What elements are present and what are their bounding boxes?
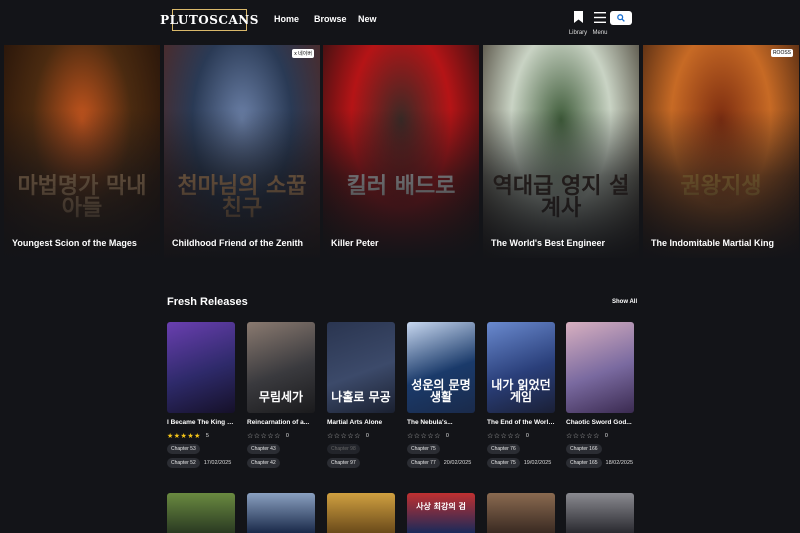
star-rating-icon: ☆☆☆☆☆ bbox=[566, 432, 600, 440]
featured-carousel: 마법명가 막내아들Youngest Scion of the Mages천마님의… bbox=[0, 45, 800, 258]
hero-title[interactable]: The Indomitable Martial King bbox=[651, 238, 774, 248]
chapter-link[interactable]: Chapter 76 bbox=[487, 444, 520, 454]
cover-korean-title: 내가 읽었던 게임 bbox=[491, 378, 551, 404]
show-all-link[interactable]: Show All bbox=[612, 299, 637, 305]
series-cover[interactable]: 무림세가 bbox=[247, 322, 315, 413]
release-date: 19/02/2025 bbox=[523, 460, 552, 466]
hero-title[interactable]: The World's Best Engineer bbox=[491, 238, 605, 248]
series-card: 나홀로 무공 Martial Arts Alone ☆☆☆☆☆ 0 Chapter 98… bbox=[327, 322, 397, 468]
release-date: 20/02/2025 bbox=[443, 460, 472, 466]
rating: ☆☆☆☆☆ 0 bbox=[407, 431, 477, 440]
series-cover[interactable] bbox=[566, 322, 634, 413]
hero-gradient bbox=[4, 108, 160, 258]
cover-korean-title: 나홀로 무공 bbox=[331, 390, 391, 404]
series-cover[interactable] bbox=[167, 493, 235, 533]
rating: ★★★★★ 5 bbox=[167, 431, 237, 440]
chapter-link[interactable]: Chapter 43 bbox=[247, 444, 280, 454]
hero-card[interactable]: 마법명가 막내아들Youngest Scion of the Mages bbox=[4, 45, 160, 258]
release-date: 17/02/2025 bbox=[203, 460, 232, 466]
star-rating-icon: ☆☆☆☆☆ bbox=[487, 432, 521, 440]
chapter-link[interactable]: Chapter 77 bbox=[407, 458, 440, 468]
series-cover[interactable] bbox=[247, 493, 315, 533]
site-logo[interactable]: PLUTOSCANS bbox=[160, 9, 258, 31]
series-title[interactable]: Martial Arts Alone bbox=[327, 419, 395, 426]
star-rating-icon: ☆☆☆☆☆ bbox=[407, 432, 441, 440]
rating: ☆☆☆☆☆ 0 bbox=[327, 431, 397, 440]
publisher-badge: x 네이버 bbox=[292, 49, 314, 58]
chapter-link[interactable]: Chapter 52 bbox=[167, 458, 200, 468]
series-title[interactable]: Chaotic Sword God... bbox=[566, 419, 634, 426]
series-cover[interactable]: 성운의 문명생활 bbox=[407, 322, 475, 413]
rating: ☆☆☆☆☆ 0 bbox=[247, 431, 317, 440]
rating-value: 0 bbox=[365, 432, 369, 439]
rating: ☆☆☆☆☆ 0 bbox=[566, 431, 636, 440]
series-card: I Became The King by... ★★★★★ 5 Chapter 53 C… bbox=[167, 322, 237, 468]
hero-gradient bbox=[164, 108, 320, 258]
library-button[interactable]: Library bbox=[567, 10, 589, 36]
series-cover[interactable] bbox=[327, 493, 395, 533]
search-icon bbox=[617, 14, 625, 22]
hero-card[interactable]: 권왕지생ROOSSThe Indomitable Martial King bbox=[643, 45, 799, 258]
chapter-link[interactable]: Chapter 98 bbox=[327, 444, 360, 454]
star-rating-icon: ★★★★★ bbox=[167, 432, 201, 440]
chapter-link[interactable]: Chapter 165 bbox=[566, 458, 602, 468]
hero-card[interactable]: 킬러 배드로Killer Peter bbox=[323, 45, 479, 258]
hero-gradient bbox=[483, 108, 639, 258]
top-nav: PLUTOSCANS Home Browse New Library Menu bbox=[0, 0, 800, 40]
bookmark-icon bbox=[573, 11, 583, 23]
chapter-link[interactable]: Chapter 53 bbox=[167, 444, 200, 454]
star-rating-icon: ☆☆☆☆☆ bbox=[327, 432, 361, 440]
cover-korean-title: 성운의 문명생활 bbox=[411, 378, 471, 404]
series-card: 내가 읽었던 게임 The End of the World I... ☆☆☆☆☆ 0… bbox=[487, 322, 557, 468]
series-title[interactable]: The End of the World I... bbox=[487, 419, 555, 426]
hero-title[interactable]: Youngest Scion of the Mages bbox=[12, 238, 137, 248]
publisher-badge: ROOSS bbox=[770, 49, 793, 57]
rating-value: 0 bbox=[285, 432, 289, 439]
menu-label: Menu bbox=[592, 30, 608, 36]
chapter-link[interactable]: Chapter 166 bbox=[566, 444, 602, 454]
hero-title[interactable]: Killer Peter bbox=[331, 238, 379, 248]
section-title-fresh-releases: Fresh Releases bbox=[167, 296, 248, 308]
series-title[interactable]: Reincarnation of a... bbox=[247, 419, 315, 426]
series-card: Chaotic Sword God... ☆☆☆☆☆ 0 Chapter 166 Cha… bbox=[566, 322, 636, 468]
search-button[interactable] bbox=[610, 11, 632, 25]
series-cover[interactable]: 내가 읽었던 게임 bbox=[487, 322, 555, 413]
rating-value: 0 bbox=[445, 432, 449, 439]
nav-home-link[interactable]: Home bbox=[274, 14, 299, 24]
series-title[interactable]: I Became The King by... bbox=[167, 419, 235, 426]
rating: ☆☆☆☆☆ 0 bbox=[487, 431, 557, 440]
rating-value: 5 bbox=[205, 432, 209, 439]
series-cover[interactable] bbox=[487, 493, 555, 533]
chapter-link[interactable]: Chapter 97 bbox=[327, 458, 360, 468]
series-cover[interactable]: 나홀로 무공 bbox=[327, 322, 395, 413]
series-cover[interactable] bbox=[566, 493, 634, 533]
nav-browse-link[interactable]: Browse bbox=[314, 14, 347, 24]
series-title[interactable]: The Nebula's... bbox=[407, 419, 475, 426]
hero-gradient bbox=[323, 108, 479, 258]
series-cover[interactable]: 사상 최강의 검 bbox=[407, 493, 475, 533]
cover-korean-title: 사상 최강의 검 bbox=[416, 501, 466, 511]
rating-value: 0 bbox=[604, 432, 608, 439]
cover-korean-title: 무림세가 bbox=[258, 390, 304, 404]
library-label: Library bbox=[568, 30, 588, 36]
chapter-link[interactable]: Chapter 42 bbox=[247, 458, 280, 468]
series-cover[interactable] bbox=[167, 322, 235, 413]
release-date: 18/02/2025 bbox=[605, 460, 634, 466]
hero-gradient bbox=[643, 108, 799, 258]
series-card: 성운의 문명생활 The Nebula's... ☆☆☆☆☆ 0 Chapter 75 C… bbox=[407, 322, 477, 468]
star-rating-icon: ☆☆☆☆☆ bbox=[247, 432, 281, 440]
hero-card[interactable]: 천마님의 소꿉친구x 네이버Childhood Friend of the Ze… bbox=[164, 45, 320, 258]
chapter-link[interactable]: Chapter 75 bbox=[407, 444, 440, 454]
nav-new-link[interactable]: New bbox=[358, 14, 377, 24]
rating-value: 0 bbox=[525, 432, 529, 439]
menu-button[interactable]: Menu bbox=[589, 10, 611, 36]
hero-title[interactable]: Childhood Friend of the Zenith bbox=[172, 238, 303, 248]
series-card: 무림세가 Reincarnation of a... ☆☆☆☆☆ 0 Chapter 4… bbox=[247, 322, 317, 468]
hamburger-icon bbox=[594, 12, 606, 23]
hero-card[interactable]: 역대급 영지 설계사The World's Best Engineer bbox=[483, 45, 639, 258]
chapter-link[interactable]: Chapter 75 bbox=[487, 458, 520, 468]
